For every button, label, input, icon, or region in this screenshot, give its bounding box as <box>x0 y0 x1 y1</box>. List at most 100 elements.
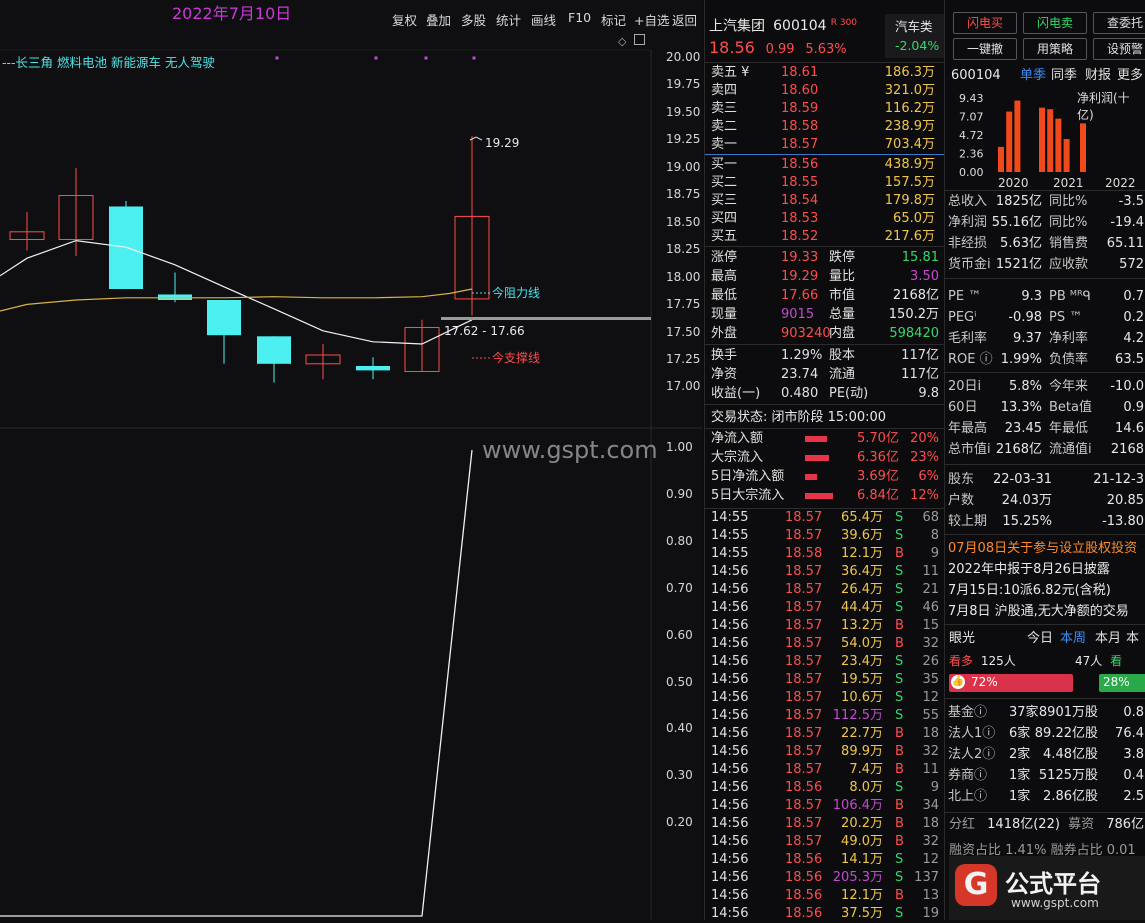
sell-row[interactable]: 卖四 18.60 321.0万 <box>705 82 945 100</box>
current-price: 18.56 <box>709 38 755 57</box>
bear-pct: 28% <box>1103 675 1130 689</box>
bear-bar[interactable]: 28% <box>1099 674 1145 692</box>
info-label: ROE ⓘ <box>948 352 993 367</box>
kline-chart-panel[interactable]: 2022年7月10日 复权 叠加 多股 统计 画线 F10 标记 +自选 返回 ◇ ---长三角… <box>0 0 702 920</box>
tick-price: 18.57 <box>785 636 823 651</box>
inst-pct: 2.5 <box>1123 789 1144 804</box>
profit-bar <box>1039 107 1045 172</box>
tick-count: 18 <box>922 726 939 741</box>
y-tick-upper: 17.50 <box>666 324 701 339</box>
info-value: 572 <box>1119 257 1144 272</box>
tick-side: B <box>895 636 904 651</box>
gspt-logo: G 公式平台 www.gspt.com <box>949 856 1145 920</box>
book-price: 18.53 <box>781 211 819 226</box>
vision-tab-2[interactable]: 本月 <box>1095 630 1121 648</box>
action-button-4[interactable]: 用策略 <box>1023 38 1087 60</box>
vision-tab-3[interactable]: 本 <box>1126 630 1139 648</box>
flow-value: 5.70亿 <box>857 431 899 446</box>
sell-row[interactable]: 卖五 ¥ 18.61 186.3万 <box>705 64 945 82</box>
flow-pct: 6% <box>918 469 939 484</box>
news-item[interactable]: 7月8日 沪股通,无大净额的交易 <box>948 603 1129 621</box>
tick-volume: 20.2万 <box>841 816 883 831</box>
marker-dot <box>374 56 378 60</box>
holder-value: 22-03-31 <box>992 472 1052 487</box>
info-label: 今年来 <box>1049 379 1089 394</box>
inst-pct: 3.8 <box>1123 747 1144 762</box>
buy-row[interactable]: 买四 18.53 65.0万 <box>705 210 945 228</box>
bull-label: 看多 <box>949 654 974 668</box>
info-label: PS ™ <box>1049 310 1083 325</box>
tick-time: 14:56 <box>711 744 749 759</box>
action-button-2[interactable]: 查委托 <box>1093 12 1145 34</box>
fin-tab-2[interactable]: 财报 <box>1085 67 1111 85</box>
action-button-0[interactable]: 闪电买 <box>953 12 1017 34</box>
sector-box[interactable]: 汽车类 -2.04% <box>885 14 945 58</box>
info-label: 销售费 <box>1049 236 1089 251</box>
fin-tab-1[interactable]: 同季 <box>1051 67 1077 85</box>
news-item[interactable]: 2022年中报于8月26日披露 <box>948 561 1110 579</box>
tick-count: 35 <box>922 672 939 687</box>
inst-pct: 0.8 <box>1123 705 1144 720</box>
book-label: 买一 <box>711 157 738 172</box>
stat-value: 17.66 <box>781 288 819 303</box>
profit-year-label: 2022 <box>1105 176 1136 190</box>
flow-value: 6.36亿 <box>857 450 899 465</box>
tick-price: 18.57 <box>785 816 823 831</box>
action-button-5[interactable]: 设预警 <box>1093 38 1145 60</box>
book-volume: 186.3万 <box>884 65 935 80</box>
book-price: 18.56 <box>781 157 819 172</box>
book-label: 买三 <box>711 193 738 208</box>
y-tick-lower: 0.60 <box>666 627 693 642</box>
tick-count: 19 <box>922 906 939 921</box>
profit-bar-chart: 9.43 7.07 4.72 2.36 0.00 2020 2021 2022 <box>959 92 1136 190</box>
inst-shares: 8901万股 <box>1038 705 1098 720</box>
tick-count: 9 <box>930 546 939 561</box>
tick-side: S <box>895 852 904 867</box>
fin-tab-0[interactable]: 单季 <box>1020 67 1046 85</box>
flow-bar <box>805 493 833 499</box>
tick-volume: 112.5万 <box>832 708 883 723</box>
inst-label: 北上ⓘ <box>948 789 988 804</box>
tick-volume: 13.2万 <box>841 618 883 633</box>
y-tick-upper: 19.25 <box>666 132 701 147</box>
vision-tab-0[interactable]: 今日 <box>1027 630 1053 648</box>
action-button-3[interactable]: 一键撤 <box>953 38 1017 60</box>
flow-label: 5日净流入额 <box>711 469 785 484</box>
tick-count: 46 <box>922 600 939 615</box>
tick-volume: 89.9万 <box>841 744 883 759</box>
tick-volume: 12.1万 <box>841 888 883 903</box>
tick-row: 14:56 18.56 205.3万 S 137 <box>705 869 945 887</box>
tick-volume: 39.6万 <box>841 528 883 543</box>
news-item[interactable]: 7月15日:10派6.82元(含税) <box>948 582 1111 600</box>
buy-row[interactable]: 买三 18.54 179.8万 <box>705 192 945 210</box>
info-label: 净利润 <box>948 215 988 230</box>
sell-row[interactable]: 卖一 18.57 703.4万 <box>705 136 945 154</box>
price-change: 0.99 <box>765 42 795 57</box>
info-label: 总收入 <box>948 194 988 209</box>
sell-row[interactable]: 卖三 18.59 116.2万 <box>705 100 945 118</box>
buy-row[interactable]: 买五 18.52 217.6万 <box>705 228 945 246</box>
action-button-1[interactable]: 闪电卖 <box>1023 12 1087 34</box>
y-tick-lower: 0.50 <box>666 674 693 689</box>
book-price: 18.60 <box>781 83 819 98</box>
book-volume: 238.9万 <box>884 119 935 134</box>
bull-bar[interactable]: 👍 72% <box>949 674 1073 692</box>
tick-row: 14:56 18.57 23.4万 S 26 <box>705 653 945 671</box>
buy-row[interactable]: 买一 18.56 438.9万 <box>705 156 945 174</box>
sell-row[interactable]: 卖二 18.58 238.9万 <box>705 118 945 136</box>
vision-tab-1[interactable]: 本周 <box>1060 630 1086 648</box>
tick-volume: 8.0万 <box>849 780 883 795</box>
y-tick-upper: 19.50 <box>666 104 701 119</box>
news-item[interactable]: 07月08日关于参与设立股权投资 <box>948 540 1137 558</box>
logo-g-icon: G <box>955 864 997 906</box>
tick-volume: 37.5万 <box>841 906 883 921</box>
fin-tab-3[interactable]: 更多 <box>1117 67 1143 85</box>
tick-row: 14:56 18.57 89.9万 B 32 <box>705 743 945 761</box>
tick-time: 14:56 <box>711 636 749 651</box>
tick-row: 14:56 18.57 44.4万 S 46 <box>705 599 945 617</box>
buy-row[interactable]: 买二 18.55 157.5万 <box>705 174 945 192</box>
stat-label: 收益(一) <box>711 386 761 401</box>
book-label: 卖三 <box>711 101 738 116</box>
book-volume: 438.9万 <box>884 157 935 172</box>
tick-price: 18.57 <box>785 618 823 633</box>
